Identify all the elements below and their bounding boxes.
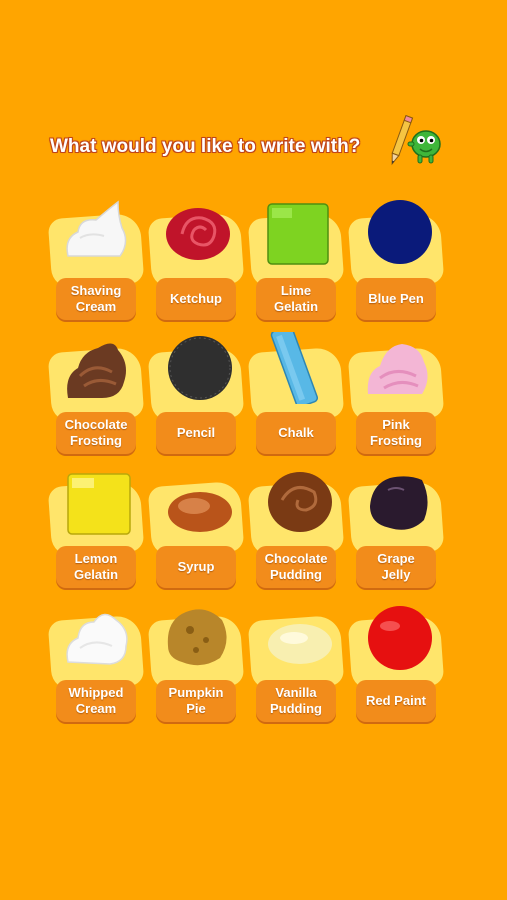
tile-label: Pumpkin Pie	[156, 680, 236, 722]
tile-lime-gelatin[interactable]: Lime Gelatin	[247, 198, 350, 328]
tile-chalk[interactable]: Chalk	[247, 332, 350, 462]
tile-label: Shaving Cream	[56, 278, 136, 320]
tile-grape-jelly[interactable]: Grape Jelly	[347, 466, 450, 596]
red-paint-swatch-icon	[368, 606, 432, 670]
writing-tool-grid: Shaving Cream Ketchup Lime Gelatin Blue …	[0, 0, 507, 900]
tile-pink-frosting[interactable]: Pink Frosting	[347, 332, 450, 462]
lemon-gelatin-swatch-icon	[67, 473, 131, 535]
tile-label: Blue Pen	[356, 278, 436, 320]
tile-label: Chalk	[256, 412, 336, 454]
tile-syrup[interactable]: Syrup	[147, 466, 250, 596]
tile-label: Syrup	[156, 546, 236, 588]
lime-gelatin-swatch-icon	[267, 203, 329, 265]
tile-pencil[interactable]: Pencil	[147, 332, 250, 462]
grape-jelly-swatch-icon	[370, 476, 428, 530]
tile-label: Pencil	[156, 412, 236, 454]
tile-label: Chocolate Frosting	[56, 412, 136, 454]
tile-label: Lime Gelatin	[256, 278, 336, 320]
syrup-swatch-icon	[168, 492, 232, 532]
tile-label: Lemon Gelatin	[56, 546, 136, 588]
chocolate-frosting-swatch-icon	[67, 343, 126, 398]
blue-pen-swatch-icon	[368, 200, 432, 264]
whipped-cream-swatch-icon	[66, 613, 128, 665]
pink-frosting-swatch-icon	[367, 344, 428, 394]
tile-label: Pink Frosting	[356, 412, 436, 454]
tile-label: Red Paint	[356, 680, 436, 722]
shaving-cream-swatch-icon	[66, 200, 127, 257]
tile-whipped-cream[interactable]: Whipped Cream	[47, 600, 150, 730]
ketchup-swatch-icon	[166, 208, 230, 260]
tile-shaving-cream[interactable]: Shaving Cream	[47, 198, 150, 328]
tile-label: Chocolate Pudding	[256, 546, 336, 588]
pumpkin-pie-swatch-icon	[167, 609, 227, 666]
tile-chocolate-frosting[interactable]: Chocolate Frosting	[47, 332, 150, 462]
chocolate-pudding-swatch-icon	[268, 472, 332, 532]
tile-ketchup[interactable]: Ketchup	[147, 198, 250, 328]
tile-label: Grape Jelly	[356, 546, 436, 588]
tile-chocolate-pudding[interactable]: Chocolate Pudding	[247, 466, 350, 596]
chalk-swatch-icon	[270, 332, 319, 404]
vanilla-pudding-swatch-icon	[268, 624, 332, 664]
pencil-swatch-icon	[168, 336, 232, 400]
tile-lemon-gelatin[interactable]: Lemon Gelatin	[47, 466, 150, 596]
tile-label: Ketchup	[156, 278, 236, 320]
tile-pumpkin-pie[interactable]: Pumpkin Pie	[147, 600, 250, 730]
tile-vanilla-pudding[interactable]: Vanilla Pudding	[247, 600, 350, 730]
tile-red-paint[interactable]: Red Paint	[347, 600, 450, 730]
tile-blue-pen[interactable]: Blue Pen	[347, 198, 450, 328]
tile-label: Whipped Cream	[56, 680, 136, 722]
tile-label: Vanilla Pudding	[256, 680, 336, 722]
